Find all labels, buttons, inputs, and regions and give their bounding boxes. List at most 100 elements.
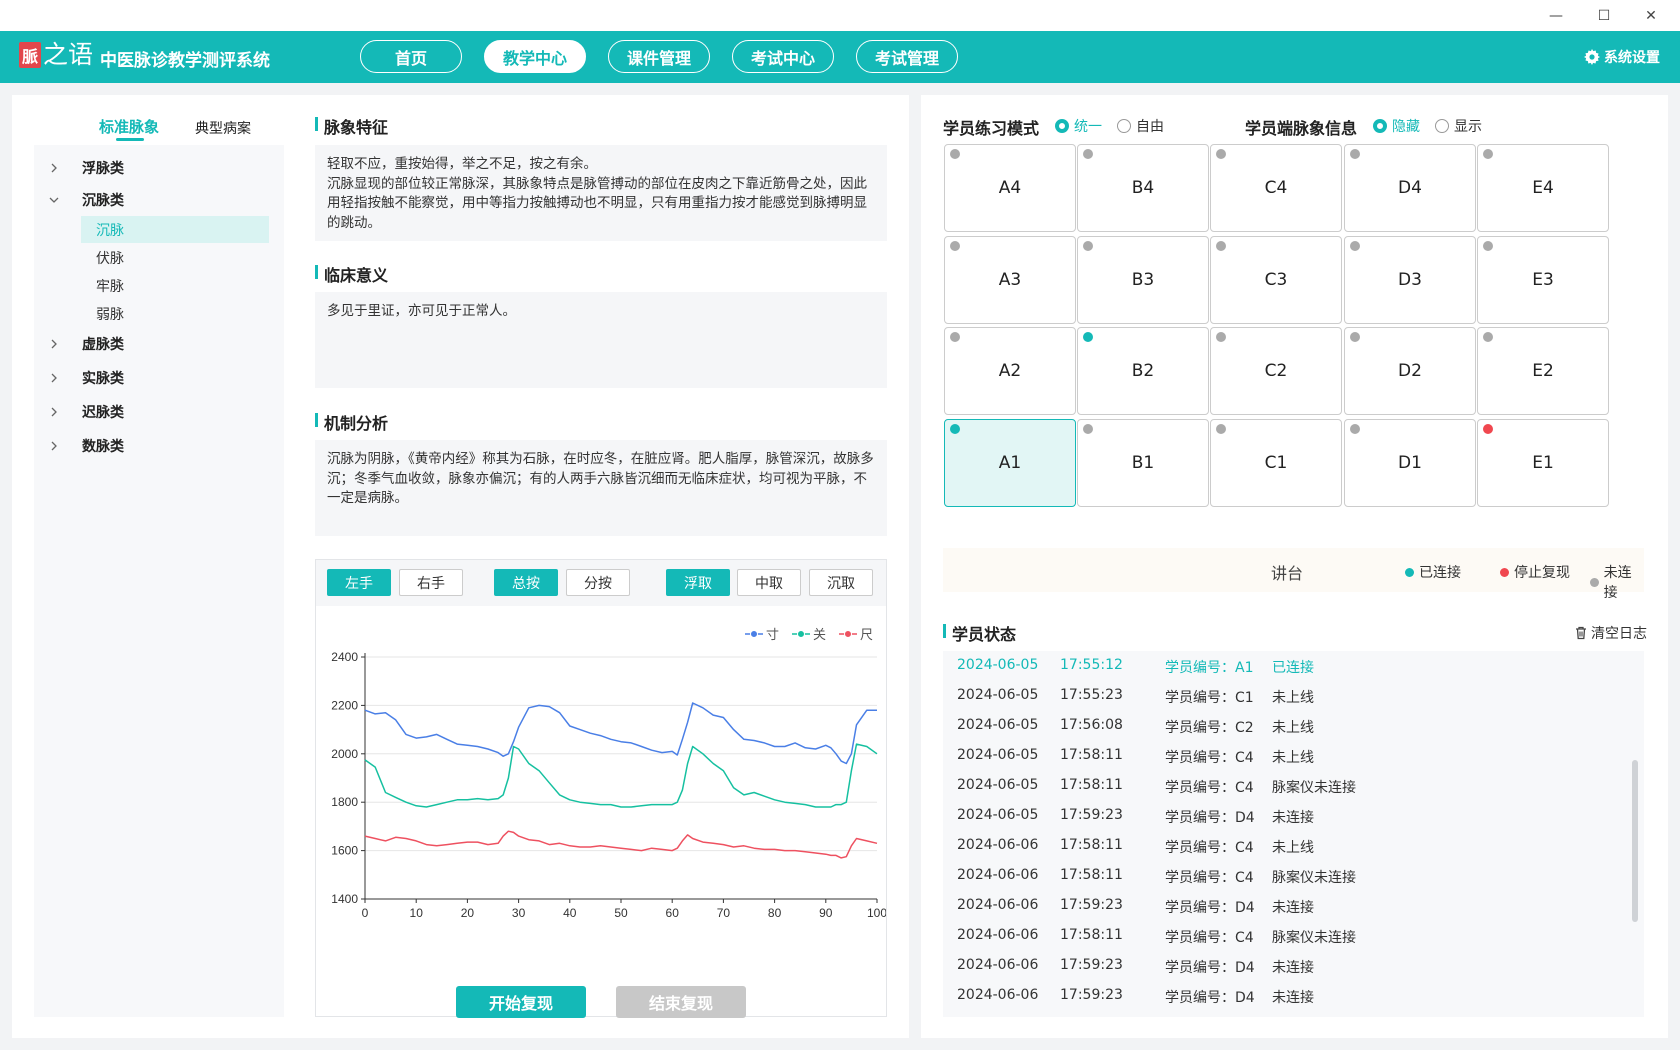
radio-label: 自由 <box>1136 119 1164 135</box>
x-tick-label: 90 <box>819 906 833 920</box>
stop-replay-button[interactable]: 结束复现 <box>616 986 746 1018</box>
status-dot-icon <box>1216 241 1226 251</box>
seat-e3[interactable]: E3 <box>1477 236 1609 324</box>
tree-item-fumai[interactable]: 伏脉 <box>81 244 269 271</box>
chart-toolbar: 左手 右手 总按 分按 浮取 中取 沉取 <box>316 560 886 606</box>
chevron-right-icon <box>51 163 57 173</box>
log-row: 2024-06-05 17:58:11 学员编号：C4 未上线 <box>943 741 1623 771</box>
total-press-button[interactable]: 总按 <box>494 569 558 596</box>
status-dot-icon <box>950 241 960 251</box>
classroom-panel: 学员练习模式 统一 自由 学员端脉象信息 隐藏 显示 讲台 已连接 停止复现 未… <box>921 95 1668 1038</box>
tree-group-rapid[interactable]: 数脉类 <box>34 431 284 461</box>
logo-word: 之语 <box>43 40 94 69</box>
app-title: 中医脉诊教学测评系统 <box>100 51 270 71</box>
log-row: 2024-06-06 17:58:11 学员编号：C4 未上线 <box>943 831 1623 861</box>
seat-b4[interactable]: B4 <box>1077 144 1209 232</box>
radio-dot <box>1435 119 1449 133</box>
gear-icon <box>1584 49 1600 65</box>
seat-label: D4 <box>1398 178 1422 198</box>
maximize-button[interactable]: ☐ <box>1586 4 1622 28</box>
log-student: 学员编号：C4 <box>1165 780 1254 796</box>
log-date: 2024-06-06 <box>957 867 1039 883</box>
seat-d4[interactable]: D4 <box>1344 144 1476 232</box>
log-student: 学员编号：C4 <box>1165 750 1254 766</box>
tree-item-ruomai[interactable]: 弱脉 <box>81 300 269 327</box>
tree-group-slow[interactable]: 迟脉类 <box>34 397 284 427</box>
clear-log-label: 清空日志 <box>1591 626 1647 642</box>
nav-exam-center[interactable]: 考试中心 <box>732 40 834 73</box>
middle-depth-button[interactable]: 中取 <box>737 569 801 596</box>
status-dot-icon <box>1350 424 1360 434</box>
nav-exam-management[interactable]: 考试管理 <box>856 40 958 73</box>
seat-a1[interactable]: A1 <box>944 419 1076 507</box>
log-time: 17:55:23 <box>1060 687 1123 703</box>
seat-c3[interactable]: C3 <box>1210 236 1342 324</box>
log-student: 学员编号：C4 <box>1165 870 1254 886</box>
seat-d2[interactable]: D2 <box>1344 327 1476 415</box>
seat-e4[interactable]: E4 <box>1477 144 1609 232</box>
nav-courseware[interactable]: 课件管理 <box>608 40 710 73</box>
log-time: 17:58:11 <box>1060 747 1123 763</box>
log-row: 2024-06-06 17:59:23 学员编号：D4 未连接 <box>943 981 1623 1011</box>
tree-group-excess[interactable]: 实脉类 <box>34 363 284 393</box>
log-time: 17:58:11 <box>1060 927 1123 943</box>
seat-c1[interactable]: C1 <box>1210 419 1342 507</box>
tree-group-deficient[interactable]: 虚脉类 <box>34 329 284 359</box>
student-status-title: 学员状态 <box>943 621 1016 645</box>
log-scrollbar[interactable] <box>1632 760 1638 922</box>
nav-home[interactable]: 首页 <box>360 40 462 73</box>
seat-d3[interactable]: D3 <box>1344 236 1476 324</box>
seat-b3[interactable]: B3 <box>1077 236 1209 324</box>
status-dot-icon <box>1350 332 1360 342</box>
log-status: 已连接 <box>1272 660 1314 676</box>
separate-press-button[interactable]: 分按 <box>566 569 630 596</box>
minimize-button[interactable]: — <box>1538 4 1574 28</box>
tree-group-deep[interactable]: 沉脉类 <box>34 185 284 215</box>
legend-label-1: 关 <box>813 628 826 643</box>
seat-e2[interactable]: E2 <box>1477 327 1609 415</box>
clear-log-button[interactable]: 清空日志 <box>1574 623 1647 643</box>
seat-label: B3 <box>1131 270 1155 290</box>
start-replay-button[interactable]: 开始复现 <box>456 986 586 1018</box>
info-show-radio[interactable]: 显示 <box>1435 116 1482 136</box>
seat-c4[interactable]: C4 <box>1210 144 1342 232</box>
seat-b1[interactable]: B1 <box>1077 419 1209 507</box>
log-student: 学员编号：A1 <box>1165 660 1254 676</box>
tree-item-laomai[interactable]: 牢脉 <box>81 272 269 299</box>
seat-a3[interactable]: A3 <box>944 236 1076 324</box>
y-tick-label: 1800 <box>331 795 358 809</box>
status-dot-icon <box>1483 149 1493 159</box>
seat-d1[interactable]: D1 <box>1344 419 1476 507</box>
teaching-panel: 标准脉象 典型病案 浮脉类 沉脉类 沉脉 伏脉 牢脉 弱脉 虚脉类 实脉类 迟脉… <box>12 95 909 1038</box>
student-log-list: 2024-06-05 17:55:12 学员编号：A1 已连接 2024-06-05 17… <box>943 651 1644 1017</box>
mode-unified-radio[interactable]: 统一 <box>1055 116 1102 136</box>
status-dot-icon <box>1083 332 1093 342</box>
y-tick-label: 2400 <box>331 650 358 664</box>
seat-b2[interactable]: B2 <box>1077 327 1209 415</box>
log-date: 2024-06-05 <box>957 717 1039 733</box>
log-time: 17:59:23 <box>1060 897 1123 913</box>
pulse-tree: 浮脉类 沉脉类 沉脉 伏脉 牢脉 弱脉 虚脉类 实脉类 迟脉类 数脉类 <box>34 145 284 1017</box>
seat-a4[interactable]: A4 <box>944 144 1076 232</box>
seat-a2[interactable]: A2 <box>944 327 1076 415</box>
nav-teaching-center[interactable]: 教学中心 <box>484 40 586 73</box>
close-button[interactable]: ✕ <box>1633 4 1669 28</box>
tree-group-floating[interactable]: 浮脉类 <box>34 153 284 183</box>
float-depth-button[interactable]: 浮取 <box>666 569 730 596</box>
status-dot-icon <box>1590 577 1599 587</box>
mode-free-radio[interactable]: 自由 <box>1117 116 1164 136</box>
tree-item-chenmai[interactable]: 沉脉 <box>81 216 269 243</box>
settings-button[interactable]: 系统设置 <box>1584 47 1660 67</box>
seat-e1[interactable]: E1 <box>1477 419 1609 507</box>
tab-typical-cases[interactable]: 典型病案 <box>195 118 251 138</box>
left-hand-button[interactable]: 左手 <box>327 569 391 596</box>
log-time: 17:59:23 <box>1060 987 1123 1003</box>
log-status: 脉案仪未连接 <box>1272 930 1356 946</box>
right-hand-button[interactable]: 右手 <box>399 569 463 596</box>
legend-stopped: 停止复现 <box>1500 562 1570 582</box>
maximize-icon: ☐ <box>1597 8 1611 24</box>
deep-depth-button[interactable]: 沉取 <box>809 569 873 596</box>
tab-standard-pulse[interactable]: 标准脉象 <box>99 116 159 137</box>
info-hide-radio[interactable]: 隐藏 <box>1373 116 1420 136</box>
seat-c2[interactable]: C2 <box>1210 327 1342 415</box>
